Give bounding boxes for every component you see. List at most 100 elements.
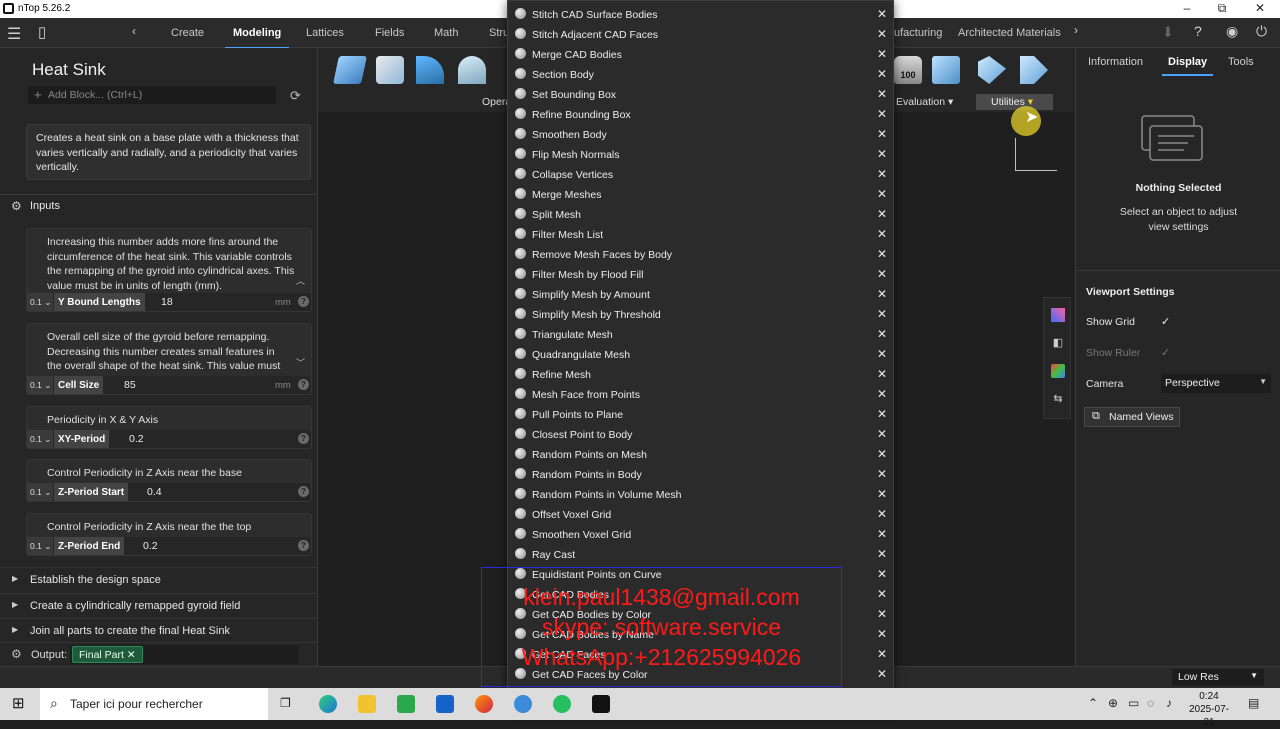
menu-item[interactable]: Random Points in Volume Mesh ✕	[508, 484, 893, 504]
collapse-up-icon[interactable]: ︿	[296, 274, 305, 287]
menu-item[interactable]: Collapse Vertices ✕	[508, 164, 893, 184]
remove-favorite-icon[interactable]: ✕	[877, 47, 887, 61]
windows-start-icon[interactable]: ⊞	[12, 694, 25, 712]
close-window-button[interactable]: ✕	[1245, 1, 1275, 15]
show-ruler-checkbox[interactable]: ✓	[1161, 346, 1170, 359]
remove-favorite-icon[interactable]: ✕	[877, 427, 887, 441]
tool-icon-operation-3[interactable]	[416, 56, 444, 84]
menu-item[interactable]: Remove Mesh Faces by Body ✕	[508, 244, 893, 264]
telegram-icon[interactable]	[514, 695, 532, 713]
remove-favorite-icon[interactable]: ✕	[877, 87, 887, 101]
utilities-dropdown-button[interactable]: Utilities ▾	[976, 94, 1053, 110]
notebook-title[interactable]: Heat Sink	[32, 60, 106, 80]
help-icon[interactable]: ?	[298, 433, 309, 444]
remove-favorite-icon[interactable]: ✕	[877, 287, 887, 301]
menu-item[interactable]: Section Body ✕	[508, 64, 893, 84]
tool-icon-operation-1[interactable]	[333, 56, 367, 84]
remove-favorite-icon[interactable]: ✕	[877, 187, 887, 201]
remove-favorite-icon[interactable]: ✕	[877, 407, 887, 421]
menu-item[interactable]: Closest Point to Body ✕	[508, 424, 893, 444]
remove-favorite-icon[interactable]: ✕	[877, 207, 887, 221]
menu-item[interactable]: Flip Mesh Normals ✕	[508, 144, 893, 164]
remove-favorite-icon[interactable]: ✕	[877, 387, 887, 401]
remove-favorite-icon[interactable]: ✕	[877, 107, 887, 121]
utility-tool-icon-2[interactable]	[1020, 56, 1048, 84]
menu-item[interactable]: Offset Voxel Grid ✕	[508, 504, 893, 524]
expand-down-icon[interactable]: ﹀	[296, 356, 305, 369]
tab-information[interactable]: Information	[1088, 56, 1143, 68]
inputs-header[interactable]: ⚙ Inputs	[0, 194, 318, 216]
remove-favorite-icon[interactable]: ✕	[877, 147, 887, 161]
menu-item[interactable]: Simplify Mesh by Amount ✕	[508, 284, 893, 304]
scalar-type-selector[interactable]: 0.1 ⌄	[27, 430, 53, 448]
menu-item[interactable]: Quadrangulate Mesh ✕	[508, 344, 893, 364]
help-icon[interactable]: ?	[1194, 23, 1202, 39]
remove-favorite-icon[interactable]: ✕	[877, 527, 887, 541]
tabs-scroll-left-icon[interactable]: ‹	[132, 24, 136, 38]
color-map-icon[interactable]	[1051, 308, 1065, 322]
utility-tool-icon-1[interactable]	[978, 56, 1006, 84]
hamburger-menu-icon[interactable]: ☰	[7, 24, 21, 44]
help-icon[interactable]: ?	[298, 379, 309, 390]
menu-item[interactable]: Pull Points to Plane ✕	[508, 404, 893, 424]
section-remapped-gyroid[interactable]: ▶ Create a cylindrically remapped gyroid…	[0, 593, 318, 618]
remove-favorite-icon[interactable]: ✕	[877, 487, 887, 501]
remove-favorite-icon[interactable]: ✕	[877, 467, 887, 481]
remove-favorite-icon[interactable]: ✕	[877, 367, 887, 381]
tab-math[interactable]: Math	[434, 27, 458, 39]
minimize-button[interactable]: –	[1172, 1, 1202, 15]
tab-tools[interactable]: Tools	[1228, 56, 1254, 68]
menu-item[interactable]: Merge Meshes ✕	[508, 184, 893, 204]
menu-item[interactable]: Filter Mesh List ✕	[508, 224, 893, 244]
taskbar-search[interactable]: ⌕ Taper ici pour rechercher	[40, 688, 268, 720]
group-evaluation[interactable]: Evaluation ▾	[896, 96, 953, 108]
weight-100-icon[interactable]: 100	[894, 56, 922, 84]
measure-icon[interactable]: ⇆	[1051, 392, 1065, 406]
panel-toggle-icon[interactable]: ▯	[38, 23, 46, 41]
menu-item[interactable]: Stitch Adjacent CAD Faces ✕	[508, 24, 893, 44]
menu-item[interactable]: Split Mesh ✕	[508, 204, 893, 224]
notifications-icon[interactable]: ▤	[1248, 696, 1259, 710]
menu-item[interactable]: Refine Mesh ✕	[508, 364, 893, 384]
remove-favorite-icon[interactable]: ✕	[877, 167, 887, 181]
scalar-type-selector[interactable]: 0.1 ⌄	[27, 537, 53, 555]
firefox-icon[interactable]	[475, 695, 493, 713]
xy-period-value[interactable]: 0.2	[129, 433, 144, 445]
section-view-icon[interactable]: ◧	[1051, 336, 1065, 350]
scalar-type-selector[interactable]: 0.1 ⌄	[27, 376, 53, 394]
store-icon[interactable]	[397, 695, 415, 713]
remove-favorite-icon[interactable]: ✕	[877, 547, 887, 561]
menu-item[interactable]: Simplify Mesh by Threshold ✕	[508, 304, 893, 324]
task-view-icon[interactable]: ❐	[280, 696, 291, 710]
download-icon[interactable]: ⬇	[1162, 24, 1174, 41]
remove-favorite-icon[interactable]: ✕	[877, 307, 887, 321]
outlook-icon[interactable]	[436, 695, 454, 713]
output-settings-icon[interactable]: ⚙	[11, 647, 22, 661]
help-icon[interactable]: ?	[298, 486, 309, 497]
z-period-start-value[interactable]: 0.4	[147, 486, 162, 498]
menu-item[interactable]: Triangulate Mesh ✕	[508, 324, 893, 344]
tray-network-icon[interactable]: ⊕	[1108, 696, 1118, 710]
exit-icon[interactable]: ⏻	[1256, 23, 1267, 40]
whatsapp-icon[interactable]	[553, 695, 571, 713]
tray-chevron-up-icon[interactable]: ⌃	[1088, 696, 1098, 710]
menu-item[interactable]: Filter Mesh by Flood Fill ✕	[508, 264, 893, 284]
resolution-select[interactable]: Low Res ▼	[1172, 669, 1264, 686]
remove-favorite-icon[interactable]: ✕	[877, 27, 887, 41]
camera-select[interactable]: Perspective ▼	[1161, 374, 1271, 393]
menu-item[interactable]: Random Points on Mesh ✕	[508, 444, 893, 464]
view-cube-outline[interactable]	[1015, 138, 1057, 171]
remove-favorite-icon[interactable]: ✕	[877, 127, 887, 141]
remove-favorite-icon[interactable]: ✕	[877, 247, 887, 261]
remove-favorite-icon[interactable]: ✕	[877, 507, 887, 521]
menu-item[interactable]: Random Points in Body ✕	[508, 464, 893, 484]
remove-favorite-icon[interactable]: ✕	[877, 607, 887, 621]
section-join-parts[interactable]: ▶ Join all parts to create the final Hea…	[0, 618, 318, 643]
tray-battery-icon[interactable]: ▭	[1128, 696, 1139, 710]
tab-lattices[interactable]: Lattices	[306, 27, 344, 39]
edge-icon[interactable]	[319, 695, 337, 713]
menu-item[interactable]: Stitch CAD Surface Bodies ✕	[508, 4, 893, 24]
remove-favorite-icon[interactable]: ✕	[877, 567, 887, 581]
section-establish-design-space[interactable]: ▶ Establish the design space	[0, 567, 318, 592]
tabs-scroll-right-icon[interactable]: ›	[1074, 23, 1078, 37]
